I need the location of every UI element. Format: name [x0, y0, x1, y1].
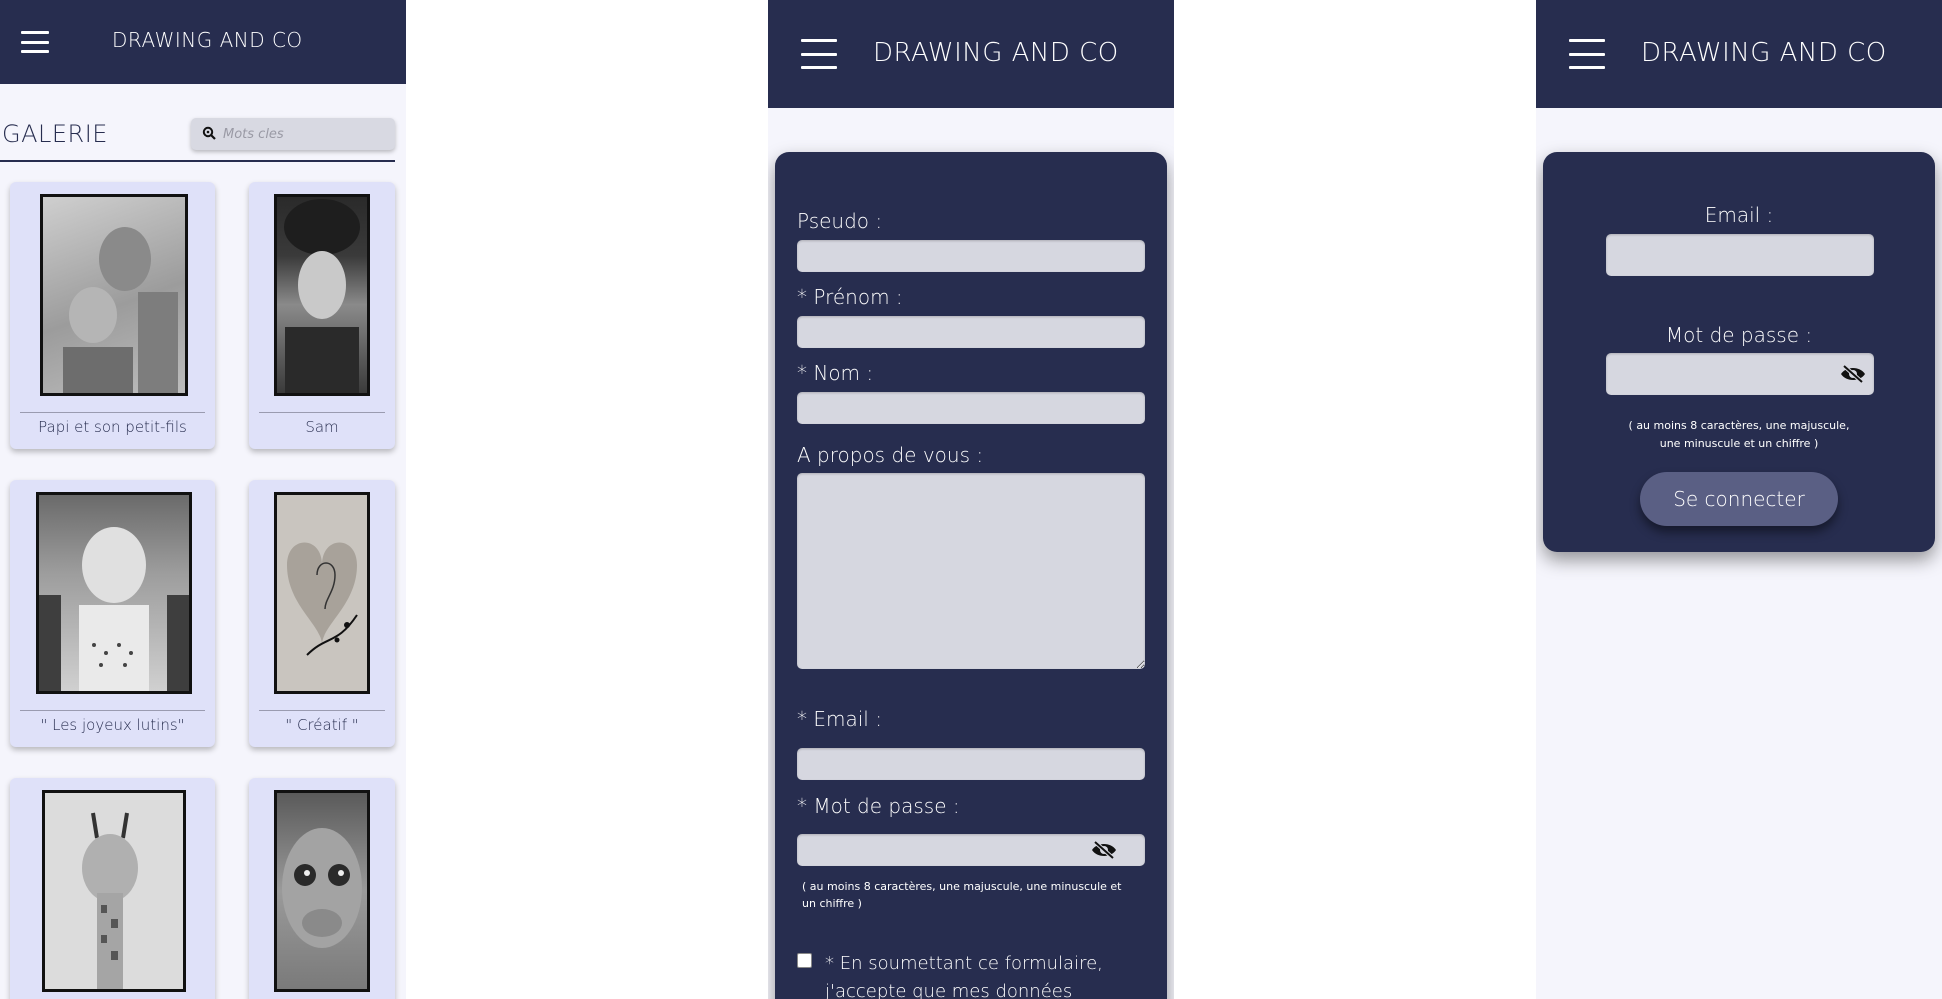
- gallery-card[interactable]: " Créatif ": [249, 480, 395, 747]
- artwork-caption: " Les joyeux lutins": [40, 716, 185, 734]
- email-label: * Email :: [797, 707, 882, 731]
- password-hint: ( au moins 8 caractères, une majuscule, …: [802, 880, 1122, 910]
- password-hint-line1: ( au moins 8 caractères, une majuscule,: [1628, 419, 1850, 432]
- artwork-image: [274, 492, 370, 694]
- search-input[interactable]: [221, 125, 385, 143]
- nom-label: * Nom :: [797, 361, 874, 385]
- gallery-screen: DRAWING AND CO GALERIE Papi et son petit…: [0, 0, 406, 999]
- hamburger-menu-icon[interactable]: [1569, 39, 1605, 69]
- top-bar: DRAWING AND CO: [0, 0, 406, 84]
- email-field[interactable]: [1606, 234, 1874, 276]
- prenom-field[interactable]: [797, 316, 1145, 348]
- email-label: Email :: [1704, 203, 1774, 227]
- search-icon[interactable]: [197, 125, 221, 144]
- gallery-card[interactable]: " Les joyeux lutins": [10, 480, 215, 747]
- email-field[interactable]: [797, 748, 1145, 780]
- signup-screen: DRAWING AND CO Pseudo : * Prénom : * Nom…: [768, 0, 1174, 999]
- consent-checkbox[interactable]: [797, 953, 812, 968]
- password-label: * Mot de passe :: [797, 794, 960, 818]
- brand-title: DRAWING AND CO: [112, 28, 303, 52]
- artwork-caption: " Créatif ": [285, 716, 359, 734]
- login-form: Email : Mot de passe : ( au moins 8 cara…: [1543, 152, 1935, 552]
- artwork-image: [36, 492, 192, 694]
- gallery-card[interactable]: [10, 778, 215, 999]
- eye-slash-icon[interactable]: [1090, 840, 1118, 860]
- password-label: Mot de passe :: [1665, 323, 1813, 347]
- artwork-caption: Papi et son petit-fils: [38, 418, 187, 436]
- hamburger-menu-icon[interactable]: [21, 31, 49, 53]
- artwork-caption: Sam: [305, 418, 339, 436]
- top-bar: DRAWING AND CO: [768, 0, 1174, 108]
- artwork-image: [40, 194, 188, 396]
- gallery-card[interactable]: [249, 778, 395, 999]
- about-textarea[interactable]: [797, 473, 1145, 669]
- login-screen: DRAWING AND CO Email : Mot de passe : ( …: [1536, 0, 1942, 999]
- artwork-image: [274, 790, 370, 992]
- top-bar: DRAWING AND CO: [1536, 0, 1942, 108]
- pseudo-label: Pseudo :: [797, 209, 883, 233]
- login-button[interactable]: Se connecter: [1640, 472, 1838, 526]
- signup-form: Pseudo : * Prénom : * Nom : A propos de …: [775, 152, 1167, 999]
- gallery-card[interactable]: Papi et son petit-fils: [10, 182, 215, 449]
- artwork-image: [274, 194, 370, 396]
- page-title: GALERIE: [2, 120, 108, 148]
- gallery-header: GALERIE: [0, 114, 395, 162]
- consent-text-line2: j'accepte que mes données: [825, 981, 1073, 999]
- nom-field[interactable]: [797, 392, 1145, 424]
- hamburger-menu-icon[interactable]: [801, 39, 837, 69]
- eye-slash-icon[interactable]: [1839, 364, 1867, 384]
- pseudo-field[interactable]: [797, 240, 1145, 272]
- search-box[interactable]: [191, 118, 395, 150]
- consent-text-line1: * En soumettant ce formulaire,: [825, 953, 1103, 974]
- brand-title: DRAWING AND CO: [1641, 38, 1887, 68]
- about-label: A propos de vous :: [797, 443, 984, 467]
- artwork-image: [42, 790, 186, 992]
- password-hint-line2: une minuscule et un chiffre ): [1659, 437, 1819, 450]
- prenom-label: * Prénom :: [797, 285, 903, 309]
- password-field[interactable]: [1606, 353, 1874, 395]
- gallery-card[interactable]: Sam: [249, 182, 395, 449]
- brand-title: DRAWING AND CO: [873, 38, 1119, 68]
